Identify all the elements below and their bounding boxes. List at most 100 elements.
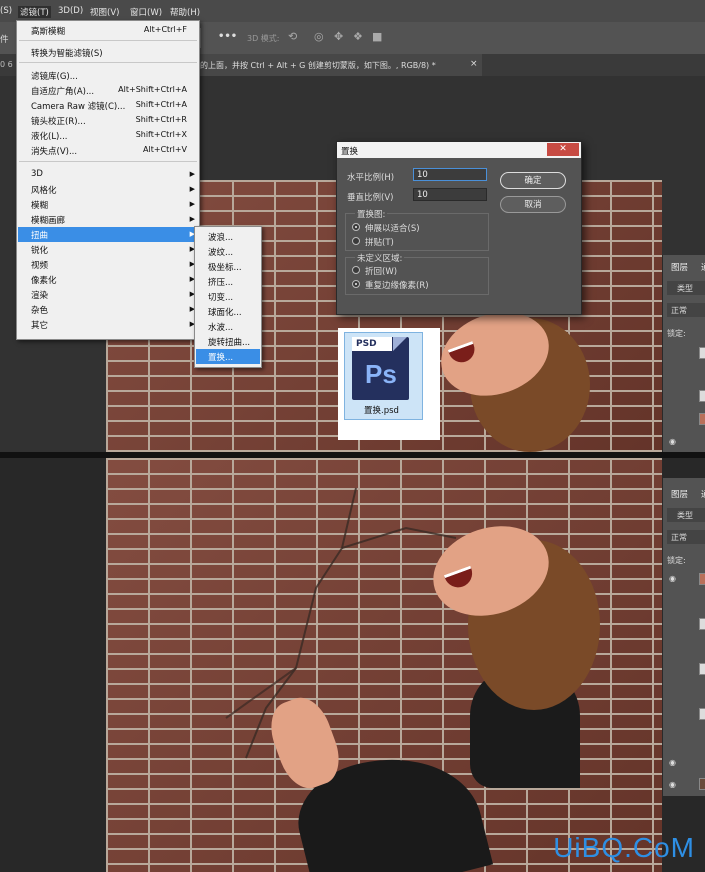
repeat-edge-pixels-radio[interactable] — [352, 280, 360, 288]
options-label: 件 — [0, 35, 9, 45]
menu-item-gaussian-blur[interactable]: 高斯模糊 — [31, 25, 65, 37]
stretch-radio[interactable] — [352, 223, 360, 231]
layer-thumbnail[interactable] — [699, 708, 705, 720]
psd-file-name: 置换.psd — [364, 406, 399, 416]
layer-thumbnail[interactable] — [699, 618, 705, 630]
menu-item-adaptive-wide-angle[interactable]: 自适应广角(A)... — [31, 85, 94, 97]
wrap-around-radio[interactable] — [352, 266, 360, 274]
menu-view[interactable]: 视图(V) — [90, 6, 119, 18]
menu-window[interactable]: 窗口(W) — [130, 6, 162, 18]
document-tab-title: 的上面，并按 Ctrl + Alt + G 创建剪切蒙版，如下图。, RGB/8… — [200, 61, 436, 70]
menu-separator — [19, 161, 197, 162]
layer-thumbnail[interactable] — [699, 778, 705, 790]
lock-label: 锁定: — [667, 329, 686, 338]
submenu-arrow-icon: ▶ — [189, 215, 195, 223]
submenu-item-pinch[interactable]: 挤压... — [208, 276, 233, 288]
menu-item-video[interactable]: 视频 — [31, 259, 48, 271]
layer-thumbnail[interactable] — [699, 413, 705, 425]
menu-item-noise[interactable]: 杂色 — [31, 304, 48, 316]
menu-item-liquify[interactable]: 液化(L)... — [31, 130, 67, 142]
layer-visibility-eye-icon[interactable]: ◉ — [669, 574, 676, 583]
menu-item-blur-gallery[interactable]: 模糊画廊 — [31, 214, 65, 226]
menu-item-pixelate[interactable]: 像素化 — [31, 274, 57, 286]
ok-button[interactable]: 确定 — [500, 172, 566, 189]
blend-mode-value: 正常 — [671, 533, 687, 542]
photoshop-window-bottom: 图层 通 类型 正常 锁定: ◉ ◉ ◉ UiBQ.CoM — [0, 458, 705, 872]
layer-visibility-eye-icon[interactable]: ◉ — [669, 758, 676, 767]
submenu-arrow-icon: ▶ — [189, 185, 195, 193]
layers-tab[interactable]: 图层 — [671, 261, 688, 273]
repeat-edge-pixels-label: 重复边缘像素(R) — [365, 281, 429, 291]
menu-bar: (S) 滤镜(T) 3D(D) 视图(V) 窗口(W) 帮助(H) — [0, 0, 705, 22]
close-tab-icon[interactable]: × — [470, 59, 478, 69]
channels-tab[interactable]: 通 — [701, 261, 705, 273]
3d-pan-icon[interactable]: ✥ — [334, 30, 343, 43]
menu-item-filter-gallery[interactable]: 滤镜库(G)... — [31, 70, 78, 82]
submenu-item-spherize[interactable]: 球面化... — [208, 306, 242, 318]
displace-dialog: 置换 ✕ 水平比例(H) 10 垂直比例(V) 10 确定 取消 置换图: 伸展… — [336, 141, 582, 315]
menu-help[interactable]: 帮助(H) — [170, 6, 200, 18]
3d-mode-label: 3D 模式: — [247, 34, 280, 43]
horizontal-scale-label: 水平比例(H) — [347, 173, 395, 183]
3d-roll-icon[interactable]: ◎ — [314, 30, 324, 43]
3d-camera-icon[interactable]: ■ — [372, 30, 382, 43]
vertical-scale-input[interactable]: 10 — [413, 188, 487, 201]
submenu-item-displace[interactable]: 置换... — [208, 351, 233, 363]
cancel-button[interactable]: 取消 — [500, 196, 566, 213]
photoshop-window-top: (S) 滤镜(T) 3D(D) 视图(V) 窗口(W) 帮助(H) 件 ••• … — [0, 0, 705, 452]
layer-thumbnail[interactable] — [699, 573, 705, 585]
menu-item-3d[interactable]: 3D — [31, 169, 43, 179]
tile-label: 拼贴(T) — [365, 238, 394, 248]
3d-rotate-icon[interactable]: ⟲ — [288, 30, 297, 43]
menu-select[interactable]: (S) — [0, 6, 12, 16]
blend-mode-value: 正常 — [671, 306, 687, 315]
close-icon[interactable]: ✕ — [547, 143, 579, 156]
menu-item-camera-raw[interactable]: Camera Raw 滤镜(C)... — [31, 100, 125, 112]
layer-thumbnail[interactable] — [699, 390, 705, 402]
shortcut: Alt+Ctrl+V — [143, 145, 187, 154]
menu-item-stylize[interactable]: 风格化 — [31, 184, 57, 196]
layer-visibility-eye-icon[interactable]: ◉ — [669, 437, 676, 446]
blend-mode-select[interactable]: 正常 — [667, 303, 705, 317]
document-tab[interactable]: 的上面，并按 Ctrl + Alt + G 创建剪切蒙版，如下图。, RGB/8… — [196, 54, 482, 76]
displacement-map-label: 置换图: — [355, 208, 388, 220]
channels-tab[interactable]: 通 — [701, 488, 705, 500]
menu-item-convert-smart-filters[interactable]: 转换为智能滤镜(S) — [31, 47, 103, 59]
psd-file-icon: PSD Ps — [352, 337, 409, 400]
submenu-item-polar-coordinates[interactable]: 极坐标... — [208, 261, 242, 273]
shortcut: Shift+Ctrl+A — [135, 100, 187, 109]
divider — [200, 28, 201, 48]
layer-thumbnail[interactable] — [699, 663, 705, 675]
menu-separator — [19, 40, 197, 41]
submenu-item-twirl[interactable]: 旋转扭曲... — [208, 336, 250, 348]
tab-fragment[interactable]: 0 6 — [0, 60, 13, 69]
layer-thumbnail[interactable] — [699, 347, 705, 359]
submenu-item-ripple[interactable]: 波纹... — [208, 246, 233, 258]
layer-filter-search[interactable]: 类型 — [667, 508, 705, 522]
tile-radio[interactable] — [352, 237, 360, 245]
layer-visibility-eye-icon[interactable]: ◉ — [669, 780, 676, 789]
submenu-item-shear[interactable]: 切变... — [208, 291, 233, 303]
horizontal-scale-input[interactable]: 10 — [413, 168, 487, 181]
wrap-around-label: 折回(W) — [365, 267, 398, 277]
more-options-button[interactable]: ••• — [218, 31, 237, 42]
layers-tab[interactable]: 图层 — [671, 488, 688, 500]
menu-3d[interactable]: 3D(D) — [58, 6, 83, 16]
submenu-item-wave[interactable]: 波浪... — [208, 231, 233, 243]
menu-item-distort[interactable]: 扭曲 — [31, 229, 48, 241]
dialog-title-bar[interactable]: 置换 ✕ — [337, 142, 581, 158]
psd-badge: PSD — [352, 337, 392, 351]
menu-item-other[interactable]: 其它 — [31, 319, 48, 331]
3d-slide-icon[interactable]: ❖ — [353, 30, 363, 43]
menu-filter[interactable]: 滤镜(T) — [18, 6, 51, 18]
menu-item-blur[interactable]: 模糊 — [31, 199, 48, 211]
layer-filter-search[interactable]: 类型 — [667, 281, 705, 295]
menu-item-sharpen[interactable]: 锐化 — [31, 244, 48, 256]
menu-item-render[interactable]: 渲染 — [31, 289, 48, 301]
menu-item-lens-correction[interactable]: 镜头校正(R)... — [31, 115, 86, 127]
menu-item-vanishing-point[interactable]: 消失点(V)... — [31, 145, 77, 157]
blend-mode-select[interactable]: 正常 — [667, 530, 705, 544]
shortcut: Alt+Shift+Ctrl+A — [118, 85, 187, 94]
submenu-item-zigzag[interactable]: 水波... — [208, 321, 233, 333]
menu-separator — [19, 62, 197, 63]
